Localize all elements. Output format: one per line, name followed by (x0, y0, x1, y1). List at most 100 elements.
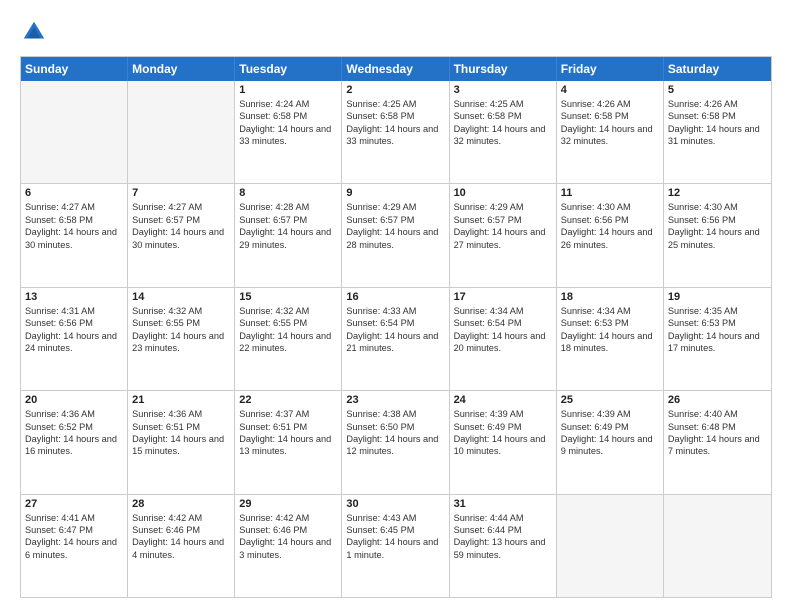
calendar-cell (128, 81, 235, 183)
sunset-text: Sunset: 6:57 PM (239, 214, 337, 226)
daylight-text: Daylight: 14 hours and 28 minutes. (346, 226, 444, 251)
calendar-cell: 8Sunrise: 4:28 AMSunset: 6:57 PMDaylight… (235, 184, 342, 286)
sunset-text: Sunset: 6:58 PM (239, 110, 337, 122)
day-number: 31 (454, 498, 552, 510)
day-number: 15 (239, 291, 337, 303)
calendar-cell: 24Sunrise: 4:39 AMSunset: 6:49 PMDayligh… (450, 391, 557, 493)
calendar-cell: 31Sunrise: 4:44 AMSunset: 6:44 PMDayligh… (450, 495, 557, 597)
sunrise-text: Sunrise: 4:29 AM (454, 201, 552, 213)
sunset-text: Sunset: 6:45 PM (346, 524, 444, 536)
sunrise-text: Sunrise: 4:35 AM (668, 305, 767, 317)
calendar-week-row: 6Sunrise: 4:27 AMSunset: 6:58 PMDaylight… (21, 184, 771, 287)
logo-icon (20, 18, 48, 46)
sunset-text: Sunset: 6:57 PM (454, 214, 552, 226)
calendar-cell: 26Sunrise: 4:40 AMSunset: 6:48 PMDayligh… (664, 391, 771, 493)
sunrise-text: Sunrise: 4:36 AM (25, 408, 123, 420)
day-number: 25 (561, 394, 659, 406)
calendar-cell: 9Sunrise: 4:29 AMSunset: 6:57 PMDaylight… (342, 184, 449, 286)
sunset-text: Sunset: 6:54 PM (454, 317, 552, 329)
sunset-text: Sunset: 6:44 PM (454, 524, 552, 536)
calendar-header-cell: Sunday (21, 57, 128, 81)
daylight-text: Daylight: 14 hours and 32 minutes. (561, 123, 659, 148)
daylight-text: Daylight: 14 hours and 1 minute. (346, 536, 444, 561)
sunrise-text: Sunrise: 4:42 AM (239, 512, 337, 524)
sunset-text: Sunset: 6:58 PM (346, 110, 444, 122)
calendar-cell: 19 Sunrise: 4:35 AMSunset: 6:53 PMDayligh… (664, 288, 771, 390)
calendar-cell (557, 495, 664, 597)
calendar-week-row: 13Sunrise: 4:31 AMSunset: 6:56 PMDayligh… (21, 288, 771, 391)
calendar-header-cell: Friday (557, 57, 664, 81)
sunset-text: Sunset: 6:49 PM (454, 421, 552, 433)
day-number: 23 (346, 394, 444, 406)
calendar-cell: 23Sunrise: 4:38 AMSunset: 6:50 PMDayligh… (342, 391, 449, 493)
sunset-text: Sunset: 6:53 PM (561, 317, 659, 329)
calendar-cell: 22Sunrise: 4:37 AMSunset: 6:51 PMDayligh… (235, 391, 342, 493)
sunrise-text: Sunrise: 4:32 AM (132, 305, 230, 317)
sunset-text: Sunset: 6:55 PM (239, 317, 337, 329)
sunrise-text: Sunrise: 4:30 AM (668, 201, 767, 213)
calendar-week-row: 27Sunrise: 4:41 AMSunset: 6:47 PMDayligh… (21, 495, 771, 597)
day-number: 19 (668, 291, 767, 303)
sunset-text: Sunset: 6:58 PM (454, 110, 552, 122)
calendar-cell: 30Sunrise: 4:43 AMSunset: 6:45 PMDayligh… (342, 495, 449, 597)
daylight-text: Daylight: 14 hours and 17 minutes. (668, 330, 767, 355)
calendar-cell: 29Sunrise: 4:42 AMSunset: 6:46 PMDayligh… (235, 495, 342, 597)
daylight-text: Daylight: 14 hours and 29 minutes. (239, 226, 337, 251)
sunrise-text: Sunrise: 4:34 AM (454, 305, 552, 317)
sunrise-text: Sunrise: 4:27 AM (25, 201, 123, 213)
sunrise-text: Sunrise: 4:31 AM (25, 305, 123, 317)
sunset-text: Sunset: 6:50 PM (346, 421, 444, 433)
daylight-text: Daylight: 14 hours and 22 minutes. (239, 330, 337, 355)
day-number: 28 (132, 498, 230, 510)
day-number: 3 (454, 84, 552, 96)
daylight-text: Daylight: 14 hours and 21 minutes. (346, 330, 444, 355)
calendar-cell: 21Sunrise: 4:36 AMSunset: 6:51 PMDayligh… (128, 391, 235, 493)
calendar-cell (21, 81, 128, 183)
day-number: 11 (561, 187, 659, 199)
sunrise-text: Sunrise: 4:36 AM (132, 408, 230, 420)
day-number: 24 (454, 394, 552, 406)
sunrise-text: Sunrise: 4:29 AM (346, 201, 444, 213)
calendar-cell: 5Sunrise: 4:26 AMSunset: 6:58 PMDaylight… (664, 81, 771, 183)
calendar-cell: 10Sunrise: 4:29 AMSunset: 6:57 PMDayligh… (450, 184, 557, 286)
sunrise-text: Sunrise: 4:30 AM (561, 201, 659, 213)
sunrise-text: Sunrise: 4:26 AM (561, 98, 659, 110)
sunrise-text: Sunrise: 4:32 AM (239, 305, 337, 317)
calendar-week-row: 1Sunrise: 4:24 AMSunset: 6:58 PMDaylight… (21, 81, 771, 184)
day-number: 12 (668, 187, 767, 199)
sunrise-text: Sunrise: 4:33 AM (346, 305, 444, 317)
sunset-text: Sunset: 6:56 PM (561, 214, 659, 226)
calendar-cell: 2Sunrise: 4:25 AMSunset: 6:58 PMDaylight… (342, 81, 449, 183)
sunset-text: Sunset: 6:53 PM (668, 317, 767, 329)
calendar-cell: 1Sunrise: 4:24 AMSunset: 6:58 PMDaylight… (235, 81, 342, 183)
day-number: 14 (132, 291, 230, 303)
daylight-text: Daylight: 14 hours and 30 minutes. (132, 226, 230, 251)
sunrise-text: Sunrise: 4:28 AM (239, 201, 337, 213)
calendar-cell: 15 Sunrise: 4:32 AMSunset: 6:55 PMDayligh… (235, 288, 342, 390)
page: SundayMondayTuesdayWednesdayThursdayFrid… (0, 0, 792, 612)
day-number: 4 (561, 84, 659, 96)
calendar-cell: 7Sunrise: 4:27 AMSunset: 6:57 PMDaylight… (128, 184, 235, 286)
sunset-text: Sunset: 6:49 PM (561, 421, 659, 433)
sunset-text: Sunset: 6:54 PM (346, 317, 444, 329)
sunrise-text: Sunrise: 4:43 AM (346, 512, 444, 524)
calendar-header-row: SundayMondayTuesdayWednesdayThursdayFrid… (21, 57, 771, 81)
calendar: SundayMondayTuesdayWednesdayThursdayFrid… (20, 56, 772, 598)
day-number: 20 (25, 394, 123, 406)
calendar-cell: 13Sunrise: 4:31 AMSunset: 6:56 PMDayligh… (21, 288, 128, 390)
calendar-cell: 27Sunrise: 4:41 AMSunset: 6:47 PMDayligh… (21, 495, 128, 597)
calendar-header-cell: Thursday (450, 57, 557, 81)
daylight-text: Daylight: 14 hours and 26 minutes. (561, 226, 659, 251)
calendar-cell: 3Sunrise: 4:25 AMSunset: 6:58 PMDaylight… (450, 81, 557, 183)
logo (20, 18, 52, 46)
sunrise-text: Sunrise: 4:38 AM (346, 408, 444, 420)
calendar-header-cell: Monday (128, 57, 235, 81)
day-number: 21 (132, 394, 230, 406)
day-number: 5 (668, 84, 767, 96)
sunset-text: Sunset: 6:55 PM (132, 317, 230, 329)
sunrise-text: Sunrise: 4:27 AM (132, 201, 230, 213)
day-number: 17 (454, 291, 552, 303)
calendar-cell: 18Sunrise: 4:34 AMSunset: 6:53 PMDayligh… (557, 288, 664, 390)
daylight-text: Daylight: 14 hours and 30 minutes. (25, 226, 123, 251)
calendar-cell: 14Sunrise: 4:32 AMSunset: 6:55 PMDayligh… (128, 288, 235, 390)
